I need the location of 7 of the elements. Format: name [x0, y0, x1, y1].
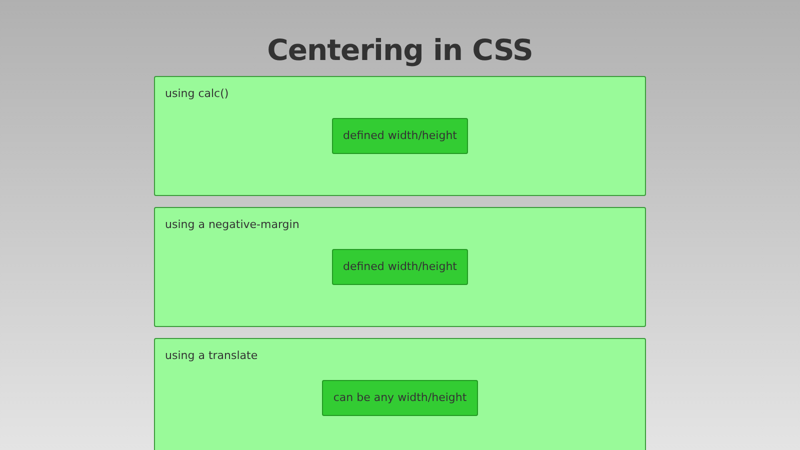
- centered-box: defined width/height: [332, 118, 468, 154]
- page-title: Centering in CSS: [267, 32, 533, 69]
- panel-label: using calc(): [165, 87, 229, 101]
- panel-label: using a negative-margin: [165, 218, 300, 232]
- centered-box: can be any width/height: [322, 380, 478, 416]
- panel-label: using a translate: [165, 349, 258, 363]
- centered-box: defined width/height: [332, 249, 468, 285]
